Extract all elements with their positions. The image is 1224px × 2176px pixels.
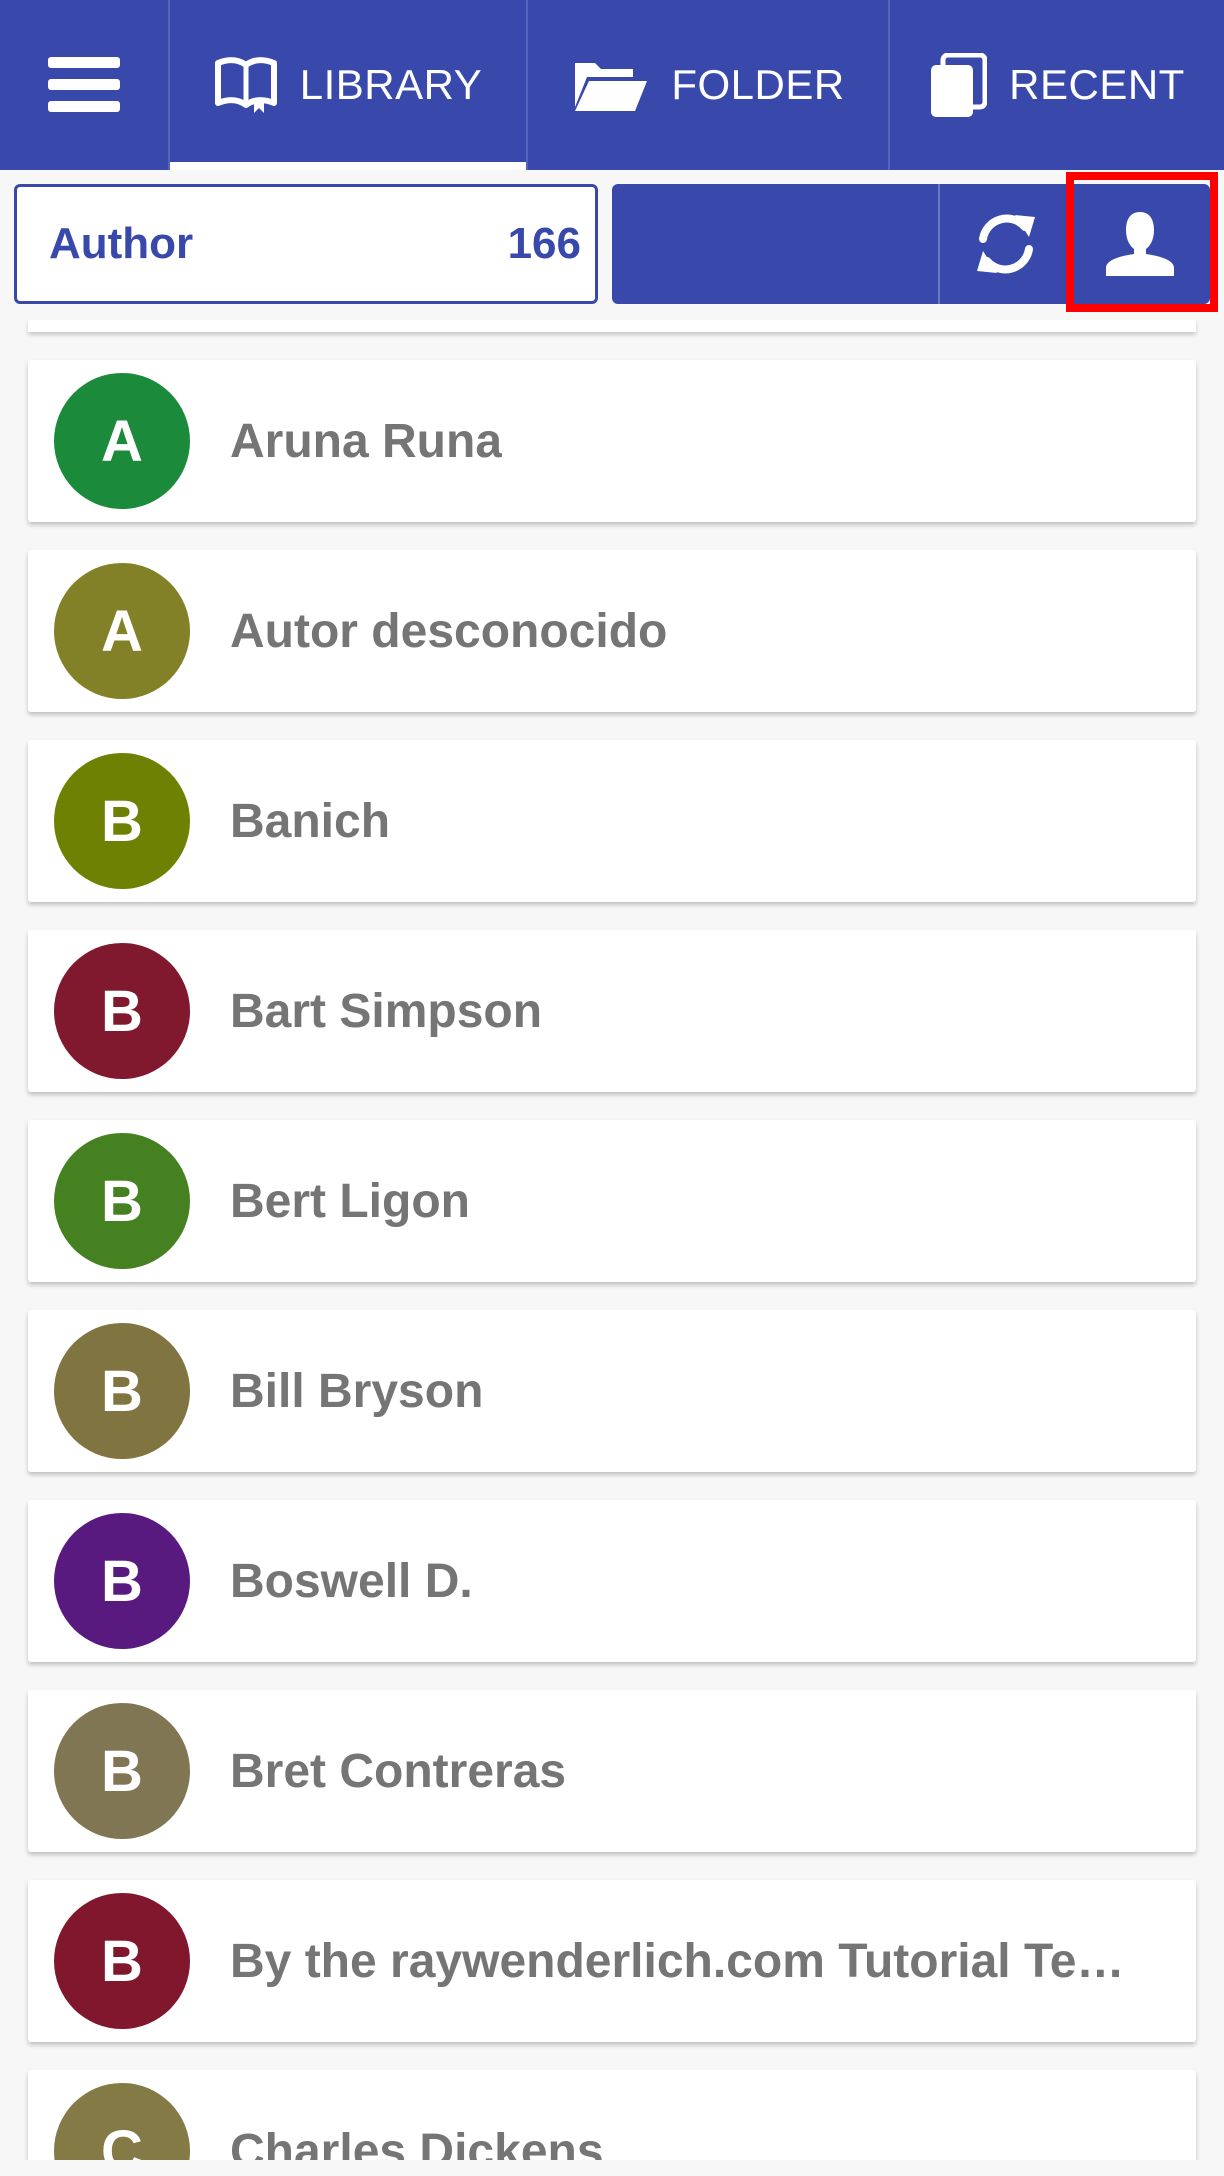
tab-recent[interactable]: RECENT [890,0,1224,170]
author-name: Boswell D. [230,1554,473,1608]
menu-icon [48,57,120,112]
refresh-icon [977,214,1035,274]
author-avatar: A [54,563,190,699]
author-list-item[interactable]: B By the raywenderlich.com Tutorial Te… [28,1880,1196,2042]
author-name: Bill Bryson [230,1364,484,1418]
folder-open-icon [575,63,648,111]
action-bar [612,184,1210,304]
filter-count: 166 [507,219,581,268]
author-list-item[interactable]: A Aruna Runa [28,360,1196,522]
author-avatar: B [54,1893,190,2029]
search-field[interactable] [612,184,940,304]
book-stack-icon [931,53,988,117]
author-name: Autor desconocido [230,604,668,658]
hamburger-menu-button[interactable] [0,0,170,170]
author-name: Bert Ligon [230,1174,470,1228]
tab-recent-label: RECENT [1009,61,1185,108]
author-avatar: B [54,1323,190,1459]
filter-label: Author [49,219,194,268]
list-item-partial [28,320,1196,332]
active-tab-indicator [170,162,526,170]
tab-folder-label: FOLDER [671,61,845,108]
tab-folder[interactable]: FOLDER [528,0,890,170]
author-view-button[interactable] [1070,184,1210,304]
author-avatar: B [54,753,190,889]
author-filter-dropdown[interactable]: Author 166 [14,184,598,304]
author-name: Bret Contreras [230,1744,567,1798]
book-open-icon [214,57,277,113]
author-name: Banich [230,794,391,848]
author-avatar: B [54,943,190,1079]
author-name: Aruna Runa [230,414,503,468]
person-icon [1106,212,1174,276]
author-list-item[interactable]: B Bart Simpson [28,930,1196,1092]
author-list-item[interactable]: C Charles Dickens [28,2070,1196,2160]
refresh-button[interactable] [942,184,1070,304]
author-avatar: B [54,1703,190,1839]
author-avatar: C [54,2083,190,2160]
author-list-item[interactable]: B Banich [28,740,1196,902]
author-list-item[interactable]: B Boswell D. [28,1500,1196,1662]
list-bottom-edge [0,2160,1224,2176]
author-name: Bart Simpson [230,984,543,1038]
author-list: A Aruna Runa A Autor desconocido B Banic… [0,320,1224,2160]
filter-bar: Author 166 [0,170,1224,320]
author-avatar: B [54,1513,190,1649]
author-avatar: B [54,1133,190,1269]
author-list-item[interactable]: A Autor desconocido [28,550,1196,712]
author-name: Charles Dickens [230,2124,604,2161]
author-name: By the raywenderlich.com Tutorial Te… [230,1934,1125,1988]
tab-library[interactable]: LIBRARY [170,0,528,170]
author-list-item[interactable]: B Bill Bryson [28,1310,1196,1472]
author-avatar: A [54,373,190,509]
top-app-bar: LIBRARY FOLDER RECENT [0,0,1224,170]
author-list-item[interactable]: B Bret Contreras [28,1690,1196,1852]
author-list-item[interactable]: B Bert Ligon [28,1120,1196,1282]
tab-library-label: LIBRARY [299,61,483,108]
